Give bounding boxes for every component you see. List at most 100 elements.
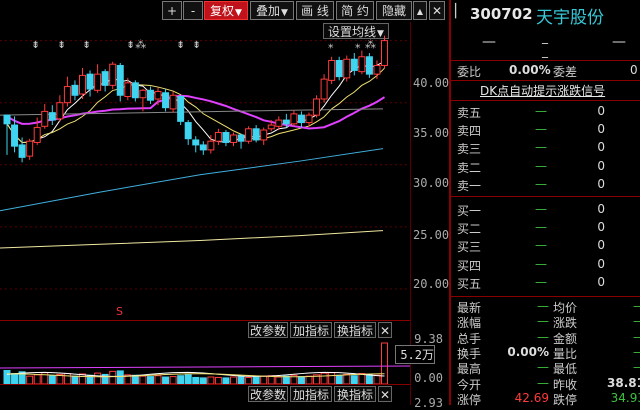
volume-bar	[207, 376, 215, 384]
volume-bar	[162, 376, 170, 384]
y-tick: 30.00	[413, 176, 450, 190]
volume-bar	[79, 373, 86, 384]
ma10-line	[6, 67, 385, 143]
candle	[328, 56, 336, 85]
candle	[297, 111, 305, 128]
stat-label: 跌停	[553, 392, 578, 407]
candle	[237, 133, 245, 149]
sell-row[interactable]: 卖二 — 0	[457, 159, 637, 177]
order-label: 买四	[457, 258, 482, 273]
volume-bar	[305, 375, 313, 384]
y-tick: 35.00	[413, 126, 450, 140]
stock-code: 300702	[470, 5, 533, 23]
order-volume: 0	[597, 158, 605, 173]
candle	[86, 70, 94, 97]
stat-value: 0.00%	[507, 344, 549, 359]
volume-bar	[154, 375, 162, 384]
buy-row[interactable]: 买四 — 0	[457, 257, 637, 275]
close-indicator-icon[interactable]: ✕	[378, 322, 392, 338]
zoom-in-button[interactable]: +	[162, 1, 182, 20]
sell-row[interactable]: 卖四 — 0	[457, 122, 637, 140]
candle	[79, 67, 86, 99]
stat-right: 均价—	[553, 299, 640, 315]
order-label: 卖四	[457, 124, 482, 139]
candle	[169, 91, 177, 113]
order-volume: 0	[597, 220, 605, 235]
order-price: —	[535, 122, 547, 137]
add-indicator-button[interactable]: 加指标	[290, 386, 332, 402]
fuquan-button[interactable]: 复权▼	[204, 1, 248, 20]
ma60-line	[0, 148, 384, 212]
candle	[199, 141, 207, 155]
switch-indicator-button[interactable]: 换指标	[334, 322, 376, 338]
buy-row[interactable]: 买三 — 0	[457, 238, 637, 256]
order-volume: 0	[597, 176, 605, 191]
volume-bar	[177, 375, 185, 384]
dk-signal-link[interactable]: DK点自动提示涨跌信号	[480, 82, 605, 99]
add-indicator-button[interactable]: 加指标	[290, 322, 332, 338]
sell-row[interactable]: 卖一 — 0	[457, 177, 637, 195]
change-params-button[interactable]: 改参数	[248, 322, 288, 338]
candle	[177, 95, 185, 126]
overlay-button[interactable]: 叠加▼	[250, 1, 294, 20]
simple-mode-button[interactable]: 简 约	[336, 1, 374, 20]
volume-bar	[63, 373, 71, 384]
volume-bar	[245, 376, 253, 384]
draw-line-button[interactable]: 画 线	[296, 1, 334, 20]
panel-row-divider	[451, 100, 640, 101]
hide-button[interactable]: 隐藏	[376, 1, 412, 20]
candle	[63, 76, 71, 107]
sell-row[interactable]: 卖三 — 0	[457, 140, 637, 158]
volume-bar	[381, 342, 388, 384]
weicha-label: 委差	[553, 65, 578, 79]
switch-indicator-button[interactable]: 换指标	[334, 386, 376, 402]
candle	[290, 110, 298, 127]
volume-chart[interactable]	[0, 339, 410, 384]
fuquan-label: 复权	[210, 4, 235, 18]
volume-bar	[26, 375, 34, 384]
volume-bar	[275, 376, 283, 384]
candle	[343, 55, 351, 82]
ma250-line	[0, 230, 384, 249]
menu-icon[interactable]: ▏	[455, 4, 465, 19]
volume-bar	[146, 376, 154, 384]
stat-right: 金额—	[553, 330, 640, 346]
stat-right: 昨收38.81	[553, 376, 640, 392]
weibi-value: 0.00%	[509, 63, 551, 77]
stat-left: 最高 —	[457, 360, 549, 376]
candle	[41, 103, 49, 129]
close-icon[interactable]: ✕	[429, 1, 445, 20]
change-params-button[interactable]: 改参数	[248, 386, 288, 402]
stat-right: 最低—	[553, 360, 640, 376]
stat-right: 跌停 34.93	[553, 391, 640, 407]
scroll-up-button[interactable]: ▲	[413, 1, 427, 20]
volume-bar	[260, 375, 268, 384]
buy-row[interactable]: 买一 — 0	[457, 202, 637, 220]
stat-left: 涨停 42.69	[457, 391, 549, 407]
stat-value: —	[633, 345, 640, 359]
candle	[245, 126, 253, 144]
order-price: —	[535, 256, 547, 271]
candle	[230, 132, 237, 147]
volume-bar	[230, 376, 237, 384]
stat-value: 38.81	[607, 375, 640, 390]
zoom-out-button[interactable]: -	[183, 1, 203, 20]
volume-bar	[237, 376, 245, 384]
candlestick-chart[interactable]	[0, 22, 410, 320]
order-volume: 0	[597, 140, 605, 155]
candle	[320, 74, 328, 103]
order-volume: 0	[597, 238, 605, 253]
buy-row[interactable]: 买二 — 0	[457, 220, 637, 238]
candle	[222, 130, 230, 147]
close-indicator-icon[interactable]: ✕	[378, 386, 392, 402]
sell-row[interactable]: 卖五 — 0	[457, 104, 637, 122]
buy-row[interactable]: 买五 — 0	[457, 275, 637, 293]
volume-bar	[33, 374, 41, 384]
vol-tick: 2.93	[414, 396, 443, 410]
candle	[56, 95, 64, 122]
candle	[275, 116, 283, 131]
order-volume: 0	[597, 274, 605, 289]
order-label: 买五	[457, 276, 482, 291]
price-dash: —	[482, 34, 496, 50]
change-dash-2: _	[542, 44, 548, 58]
